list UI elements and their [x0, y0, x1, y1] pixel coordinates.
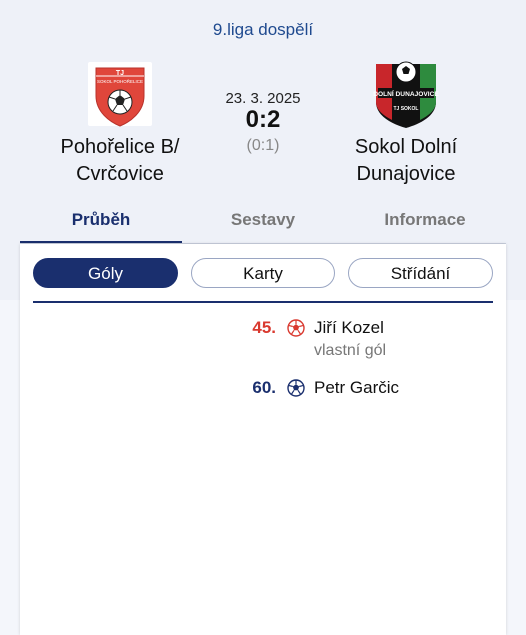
tab-informace[interactable]: Informace — [344, 206, 506, 244]
away-team-name-line1: Sokol Dolní — [354, 136, 458, 158]
filter-substitutions-button[interactable]: Střídání — [348, 258, 493, 288]
match-date: 23. 3. 2025 — [225, 90, 301, 107]
event-player[interactable]: Jiří Kozel — [314, 318, 384, 338]
tab-prubeh[interactable]: Průběh — [20, 206, 182, 244]
event-minute: 60. — [252, 378, 276, 397]
filter-goals-button[interactable]: Góly — [33, 258, 178, 288]
away-team-name-line2: Dunajovice — [356, 163, 456, 185]
home-team-name-line2: Cvrčovice — [76, 163, 164, 185]
away-crest-sub-label: TJ SOKOL — [393, 106, 418, 112]
home-team-name-line1: Pohořelice B/ — [60, 136, 180, 158]
match-tabs: Průběh Sestavy Informace — [20, 206, 506, 244]
away-team-crest[interactable]: DOLNÍ DUNAJOVICE TJ SOKOL — [370, 58, 442, 130]
match-score: 0:2 — [245, 106, 281, 133]
away-crest-label: DOLNÍ DUNAJOVICE — [373, 89, 439, 98]
home-team-name[interactable]: Pohořelice B/ Cvrčovice — [30, 134, 210, 188]
league-title[interactable]: 9.liga dospělí — [0, 20, 526, 40]
tab-sestavy[interactable]: Sestavy — [182, 206, 344, 244]
filter-divider — [33, 301, 493, 303]
filter-cards-button[interactable]: Karty — [191, 258, 335, 288]
own-goal-ball-icon — [287, 319, 305, 337]
goal-ball-icon — [287, 379, 305, 397]
event-player[interactable]: Petr Garčic — [314, 378, 399, 398]
home-crest-arc-label: SOKOL POHOŘELICE — [97, 77, 143, 84]
home-team-crest[interactable]: TJ SOKOL POHOŘELICE — [84, 58, 156, 130]
events-panel: Góly Karty Střídání 45. Jiří Kozel vlast… — [20, 244, 506, 635]
event-minute: 45. — [252, 318, 276, 337]
halftime-score: (0:1) — [246, 137, 280, 154]
away-team-name[interactable]: Sokol Dolní Dunajovice — [316, 134, 496, 188]
event-note: vlastní gól — [314, 342, 387, 359]
home-crest-label: TJ — [116, 70, 124, 77]
